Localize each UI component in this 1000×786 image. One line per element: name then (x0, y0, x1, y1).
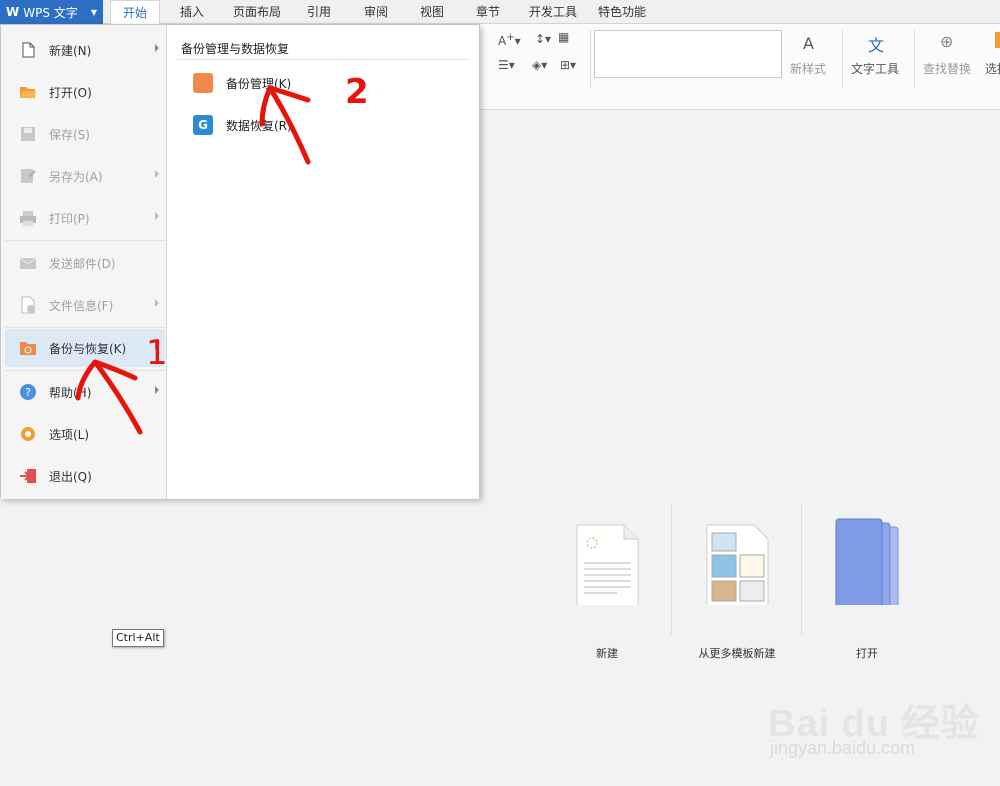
red-annotation-overlay: 1 2 (75, 72, 369, 435)
annotation-label-1: 1 (146, 333, 168, 373)
annotation-label-2: 2 (345, 72, 369, 112)
annotation-arrow-2 (259, 85, 311, 165)
annotation-arrow-1 (75, 359, 143, 435)
